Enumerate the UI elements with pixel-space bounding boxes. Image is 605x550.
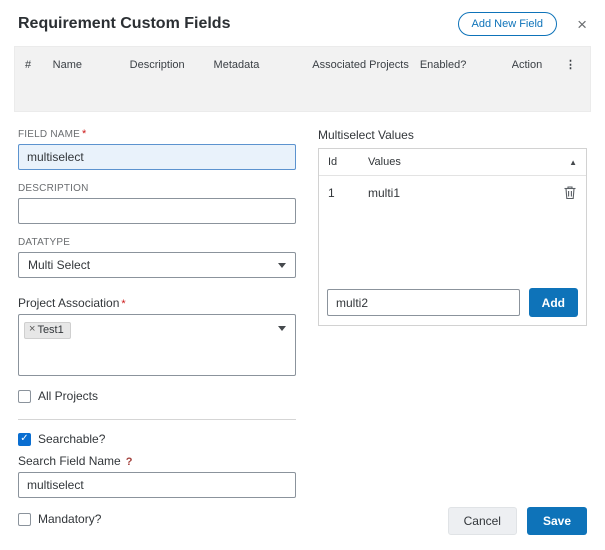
column-header-enabled: Enabled?: [420, 59, 512, 71]
add-value-button[interactable]: Add: [529, 288, 578, 317]
column-header-description: Description: [130, 59, 214, 71]
value-row-text: multi1: [368, 186, 563, 200]
all-projects-label: All Projects: [38, 389, 98, 403]
close-icon[interactable]: ×: [573, 16, 591, 33]
values-column-values: Values: [368, 156, 569, 168]
mandatory-row: Mandatory?: [18, 512, 296, 526]
new-value-input[interactable]: [327, 289, 520, 316]
column-header-name: Name: [53, 59, 130, 71]
cancel-button[interactable]: Cancel: [448, 507, 517, 535]
dialog-header: Requirement Custom Fields Add New Field …: [12, 10, 593, 46]
chevron-down-icon: [278, 326, 286, 331]
column-header-associated-projects: Associated Projects: [312, 59, 420, 71]
page-title: Requirement Custom Fields: [18, 15, 230, 33]
all-projects-checkbox[interactable]: [18, 390, 31, 403]
datatype-selected-value: Multi Select: [28, 258, 90, 272]
column-header-index: #: [25, 59, 53, 71]
column-header-metadata: Metadata: [214, 59, 313, 71]
table-body-empty: [15, 81, 590, 111]
search-field-name-group: Search Field Name?: [18, 454, 296, 498]
searchable-row: Searchable?: [18, 432, 296, 446]
custom-fields-table: # Name Description Metadata Associated P…: [14, 46, 591, 112]
form-left-column: FIELD NAME* DESCRIPTION DATATYPE Multi S…: [18, 128, 296, 526]
required-asterisk: *: [82, 128, 86, 140]
multiselect-values-title: Multiselect Values: [318, 128, 587, 142]
values-table-header: Id Values ▲: [319, 149, 586, 176]
searchable-label: Searchable?: [38, 432, 105, 446]
datatype-group: DATATYPE Multi Select: [18, 237, 296, 278]
search-field-name-label: Search Field Name: [18, 454, 121, 468]
field-name-label: FIELD NAME: [18, 129, 80, 140]
table-header-row: # Name Description Metadata Associated P…: [15, 47, 590, 81]
project-association-multiselect[interactable]: × Test1: [18, 314, 296, 376]
description-label: DESCRIPTION: [18, 183, 296, 194]
field-name-input[interactable]: [18, 144, 296, 170]
project-association-group: Project Association* × Test1: [18, 296, 296, 376]
selected-project-tag: × Test1: [24, 322, 71, 339]
column-options-icon[interactable]: ⋮: [561, 58, 580, 71]
multiselect-values-panel: Id Values ▲ 1 multi1: [318, 148, 587, 326]
description-input[interactable]: [18, 198, 296, 224]
remove-tag-icon[interactable]: ×: [29, 324, 35, 335]
datatype-label: DATATYPE: [18, 237, 296, 248]
add-value-row: Add: [319, 280, 586, 325]
chevron-down-icon: [278, 263, 286, 268]
required-asterisk: *: [121, 298, 125, 310]
dialog-footer: Cancel Save: [448, 507, 587, 535]
field-editor-form: FIELD NAME* DESCRIPTION DATATYPE Multi S…: [12, 128, 593, 526]
project-association-label: Project Association: [18, 296, 119, 310]
delete-value-icon[interactable]: [563, 185, 577, 200]
search-field-name-input[interactable]: [18, 472, 296, 498]
save-button[interactable]: Save: [527, 507, 587, 535]
datatype-select[interactable]: Multi Select: [18, 252, 296, 278]
searchable-checkbox[interactable]: [18, 433, 31, 446]
requirement-custom-fields-dialog: Requirement Custom Fields Add New Field …: [0, 0, 605, 550]
selected-project-tag-label: Test1: [37, 324, 63, 336]
section-divider: [18, 419, 296, 420]
description-group: DESCRIPTION: [18, 183, 296, 224]
form-right-column: Multiselect Values Id Values ▲ 1 multi1: [318, 128, 587, 526]
column-header-action: Action: [512, 59, 561, 71]
values-table-row: 1 multi1: [319, 176, 586, 209]
mandatory-checkbox[interactable]: [18, 513, 31, 526]
help-icon[interactable]: ?: [126, 456, 133, 468]
mandatory-label: Mandatory?: [38, 512, 101, 526]
all-projects-row: All Projects: [18, 389, 296, 403]
values-column-id: Id: [328, 156, 368, 168]
field-name-group: FIELD NAME*: [18, 128, 296, 170]
value-row-id: 1: [328, 186, 368, 200]
header-actions: Add New Field ×: [458, 12, 591, 36]
add-new-field-button[interactable]: Add New Field: [458, 12, 558, 36]
sort-ascending-icon[interactable]: ▲: [569, 158, 577, 167]
